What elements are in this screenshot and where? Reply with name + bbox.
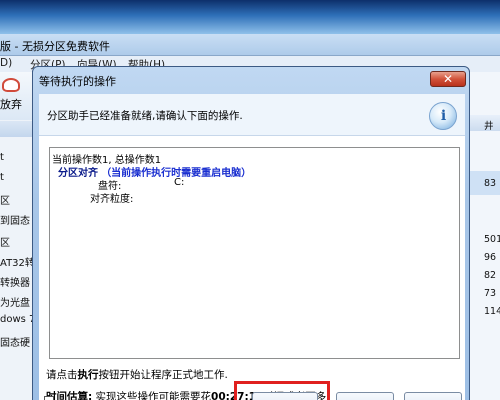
execute-hint: 请点击执行按钮开始让程序正式地工作. xyxy=(46,367,228,382)
operations-list[interactable]: 当前操作数1, 总操作数1 分区对齐 （当前操作执行时需要重启电脑） 盘符: C… xyxy=(49,147,460,359)
sidebar-item[interactable]: 到固态 xyxy=(0,212,30,227)
dialog-header: 分区助手已经准备就绪,请确认下面的操作. i xyxy=(39,94,465,136)
sidebar-item[interactable]: 为光盘 xyxy=(0,294,30,309)
cancel-button[interactable] xyxy=(336,392,394,400)
drive-value: C: xyxy=(174,177,185,188)
disk-list-column-header: 井 xyxy=(484,121,494,132)
operation-title: 分区对齐 xyxy=(58,168,98,179)
sidebar-item[interactable]: t xyxy=(0,152,4,163)
discard-icon[interactable] xyxy=(2,78,20,92)
alignment-label: 对齐粒度: xyxy=(90,194,134,205)
disk-list-value: 501 xyxy=(484,234,500,245)
time-estimate-prefix: 实现这些操作可能需要花 xyxy=(92,391,212,400)
menu-item-disk[interactable]: D) xyxy=(0,57,12,69)
sidebar-item[interactable]: 区 xyxy=(0,234,10,249)
close-icon: ✕ xyxy=(442,72,454,86)
highlight-box xyxy=(234,381,330,400)
sidebar-item[interactable]: t xyxy=(0,172,4,183)
help-button[interactable] xyxy=(404,392,462,400)
disk-list-value: 82 xyxy=(484,270,497,281)
dialog-intro: 分区助手已经准备就绪,请确认下面的操作. xyxy=(47,110,243,122)
desktop-background xyxy=(0,0,500,34)
dialog-title: 等待执行的操作 xyxy=(39,75,116,88)
operation-entry: 分区对齐 （当前操作执行时需要重启电脑） xyxy=(58,164,251,179)
pending-operations-dialog: 等待执行的操作 ✕ 分区助手已经准备就绪,请确认下面的操作. i 当前操作数1,… xyxy=(32,66,470,400)
discard-label[interactable]: 放弃 xyxy=(0,96,22,112)
execute-hint-keyword: 执行 xyxy=(77,369,99,381)
execute-hint-prefix: 请点击 xyxy=(46,369,78,381)
disk-list-value: 83 xyxy=(484,178,497,189)
dialog-body: 分区助手已经准备就绪,请确认下面的操作. i 当前操作数1, 总操作数1 分区对… xyxy=(39,94,465,400)
execute-hint-suffix: 按钮开始让程序正式地工作. xyxy=(98,369,228,381)
sidebar-item[interactable]: 区 xyxy=(0,192,10,207)
app-title: 版 - 无损分区免费软件 xyxy=(0,40,110,53)
option-checkbox[interactable] xyxy=(44,396,54,400)
sidebar-item[interactable]: AT32转 xyxy=(0,254,35,269)
close-button[interactable]: ✕ xyxy=(430,71,466,87)
sidebar-item[interactable]: 固态硬 xyxy=(0,334,30,349)
disk-list-value: 114 xyxy=(484,306,500,317)
info-icon: i xyxy=(429,102,457,130)
disk-list-value: 96 xyxy=(484,252,497,263)
sidebar-item[interactable]: 转换器 xyxy=(0,274,30,289)
disk-list-value: 73 xyxy=(484,288,497,299)
